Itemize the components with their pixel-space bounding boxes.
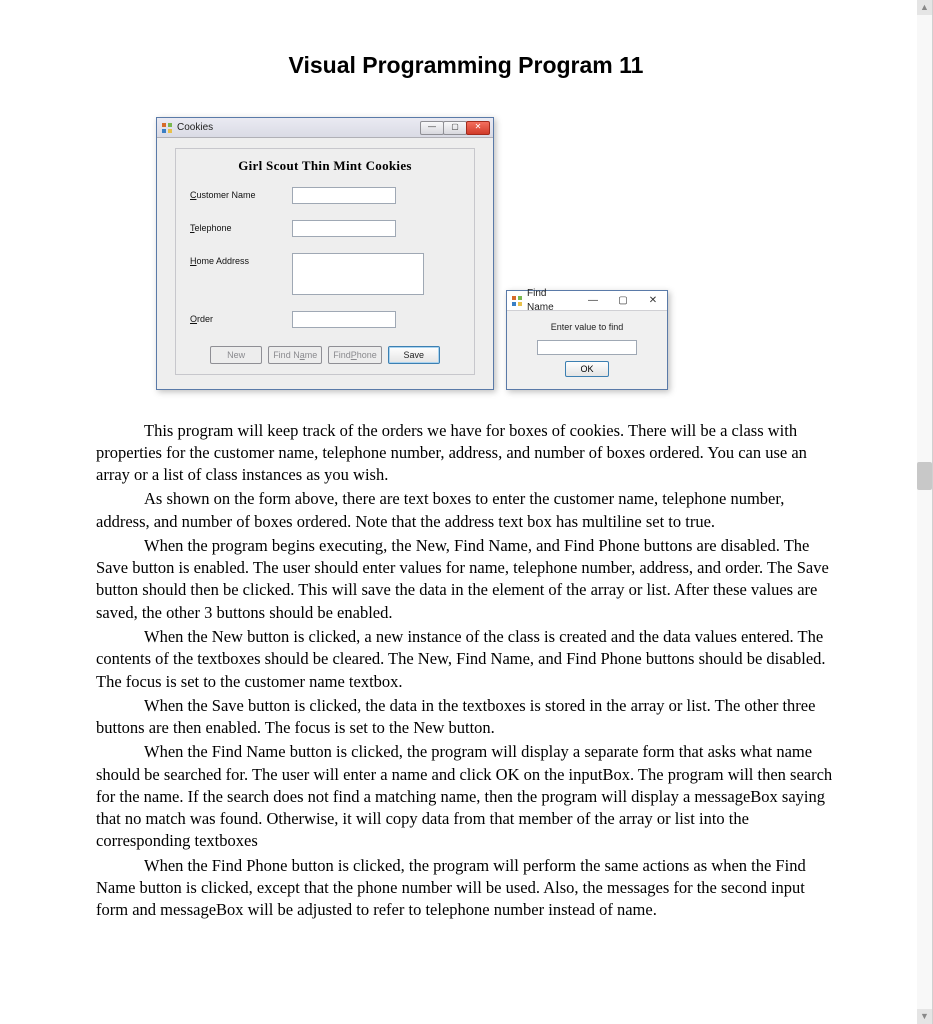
paragraph: When the Save button is clicked, the dat…: [96, 695, 836, 740]
app-icon: [161, 122, 173, 134]
paragraph: When the New button is clicked, a new in…: [96, 626, 836, 693]
ok-button[interactable]: OK: [565, 361, 609, 377]
paragraph: This program will keep track of the orde…: [96, 420, 836, 487]
cookies-title-text: Cookies: [177, 121, 417, 135]
home-address-label: Home Address: [190, 253, 292, 267]
scroll-up-icon[interactable]: ▲: [917, 0, 932, 15]
find-title-text: Find Name: [527, 287, 574, 314]
paragraph: As shown on the form above, there are te…: [96, 488, 836, 533]
order-label: Order: [190, 311, 292, 325]
find-name-window: Find Name — ▢ ✕ Enter value to find OK: [506, 290, 668, 389]
order-input[interactable]: [292, 311, 396, 328]
page-title: Visual Programming Program 11: [96, 50, 836, 81]
assignment-text: This program will keep track of the orde…: [96, 420, 836, 922]
find-prompt: Enter value to find: [551, 321, 624, 333]
document-page: Visual Programming Program 11 Cookies — …: [0, 0, 933, 1024]
new-button[interactable]: New: [210, 346, 262, 364]
save-button[interactable]: Save: [388, 346, 440, 364]
find-input[interactable]: [537, 340, 637, 355]
paragraph: When the program begins executing, the N…: [96, 535, 836, 624]
telephone-label: Telephone: [190, 220, 292, 234]
scrollbar[interactable]: ▲ ▼: [917, 0, 932, 1024]
cookies-titlebar[interactable]: Cookies — ▢ ✕: [157, 118, 493, 138]
customer-name-input[interactable]: [292, 187, 396, 204]
paragraph: When the Find Name button is clicked, th…: [96, 741, 836, 852]
minimize-button[interactable]: —: [420, 121, 444, 135]
telephone-input[interactable]: [292, 220, 396, 237]
minimize-button[interactable]: —: [582, 294, 604, 308]
group-title: Girl Scout Thin Mint Cookies: [190, 157, 460, 175]
customer-name-label: Customer Name: [190, 187, 292, 201]
find-name-button[interactable]: Find Name: [268, 346, 322, 364]
scroll-track[interactable]: [917, 15, 932, 1009]
scroll-thumb[interactable]: [917, 462, 932, 490]
cookies-group: Girl Scout Thin Mint Cookies Customer Na…: [175, 148, 475, 375]
cookies-window: Cookies — ▢ ✕ Girl Scout Thin Mint Cooki…: [156, 117, 494, 390]
maximize-button[interactable]: ▢: [443, 121, 467, 135]
find-titlebar[interactable]: Find Name — ▢ ✕: [507, 291, 667, 311]
scroll-down-icon[interactable]: ▼: [917, 1009, 932, 1024]
home-address-input[interactable]: [292, 253, 424, 295]
find-phone-button[interactable]: Find Phone: [328, 346, 382, 364]
paragraph: When the Find Phone button is clicked, t…: [96, 855, 836, 922]
app-icon: [511, 295, 523, 307]
close-button[interactable]: ✕: [642, 294, 664, 308]
maximize-button[interactable]: ▢: [612, 294, 634, 308]
screenshot-figures: Cookies — ▢ ✕ Girl Scout Thin Mint Cooki…: [156, 117, 836, 390]
close-button[interactable]: ✕: [466, 121, 490, 135]
